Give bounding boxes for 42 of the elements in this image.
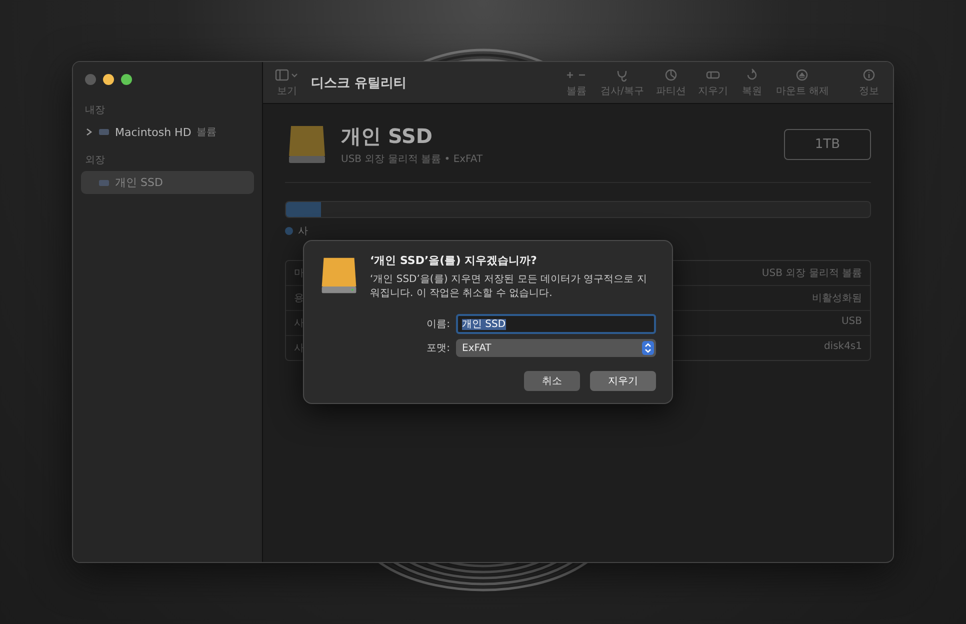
disk-subtitle: USB 외장 물리적 볼륨 • ExFAT (341, 152, 483, 166)
disk-name: 개인 SSD (341, 122, 434, 150)
zoom-button[interactable] (121, 74, 132, 85)
toolbar-button[interactable]: 복원 (740, 68, 764, 98)
volume-button[interactable]: 볼륨 (564, 68, 588, 98)
minimize-button[interactable] (103, 74, 114, 85)
section-header: 외장 (85, 154, 106, 167)
toolbar-button[interactable]: 지우기 (698, 68, 728, 98)
info-label: 용 (294, 292, 304, 305)
info-button[interactable]: 정보 (857, 68, 881, 98)
item-name: 개인 SSD (115, 175, 163, 190)
section-header: 내장 (85, 104, 106, 117)
legend-dot (285, 227, 293, 235)
name-field[interactable]: 개인 SSD (456, 314, 656, 334)
info-label: 사 (294, 317, 304, 330)
info-value: disk4s1 (824, 341, 862, 354)
erase-button[interactable]: 지우기 (590, 371, 656, 391)
view-button[interactable]: 보기 (275, 68, 299, 98)
info-label: 마 (294, 267, 304, 280)
format-select[interactable]: ExFAT (456, 339, 656, 357)
dialog-title: ‘개인 SSD’을(를) 지우겠습니까? (370, 253, 538, 268)
capacity-label: 1TB (784, 128, 871, 160)
sidebar-item[interactable]: Macintosh HD 볼륨 (81, 121, 254, 143)
name-label: 이름: (426, 318, 450, 331)
info-value: USB (841, 316, 862, 329)
item-type: 볼륨 (196, 126, 216, 139)
toolbar-button[interactable]: 파티션 (656, 68, 686, 98)
cancel-button[interactable]: 취소 (524, 371, 580, 391)
window-title: 디스크 유틸리티 (311, 74, 407, 92)
toolbar-button[interactable]: 검사/복구 (600, 68, 644, 98)
dialog-message: ‘개인 SSD’을(를) 지우면 저장된 모든 데이터가 영구적으로 지워집니다. 이 작업은 취소할 수 없습니다. (370, 273, 648, 300)
up-down-arrows-icon (642, 341, 654, 355)
format-label: 포맷: (426, 342, 450, 355)
info-value: 비활성화됨 (812, 292, 862, 305)
toolbar-button[interactable]: 마운트 해제 (776, 68, 829, 98)
info-label: 사 (294, 342, 304, 355)
info-value: USB 외장 물리적 볼륨 (762, 267, 862, 280)
sidebar-item[interactable]: 개인 SSD (81, 171, 254, 194)
legend-label: 사 (298, 225, 308, 238)
item-name: Macintosh HD (115, 126, 192, 138)
disclosure-chevron-icon[interactable] (85, 128, 93, 136)
sidebar-toggle-icon (275, 68, 299, 82)
